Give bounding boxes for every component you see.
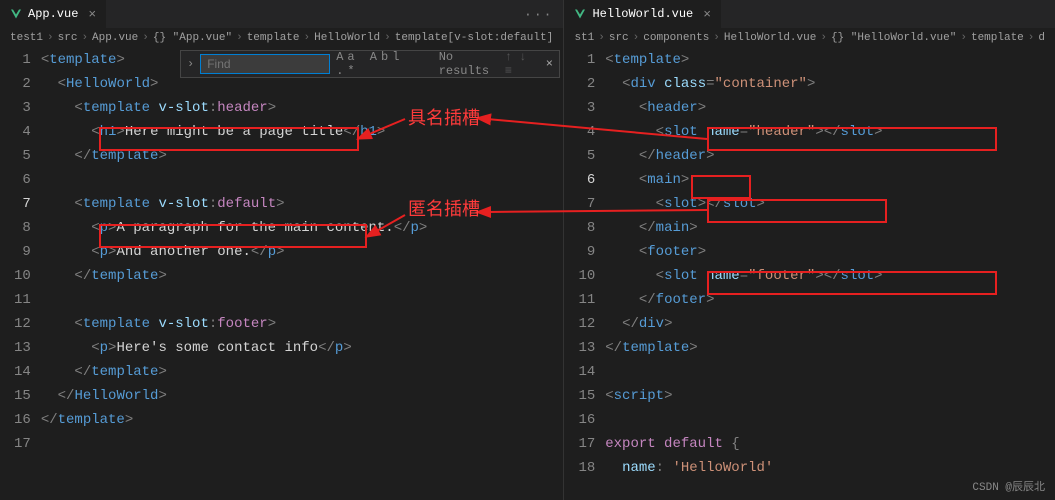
annotation-anon-slot: 匿名插槽 — [408, 195, 480, 221]
vue-icon — [574, 8, 586, 20]
tab-app-vue[interactable]: App.vue × — [0, 0, 106, 28]
tab-helloworld-vue[interactable]: HelloWorld.vue × — [564, 0, 721, 28]
tab-label: App.vue — [28, 7, 78, 21]
more-icon[interactable]: ··· — [514, 7, 563, 22]
tabbar-left: App.vue × ··· — [0, 0, 563, 28]
tab-label: HelloWorld.vue — [592, 7, 693, 21]
editor-right[interactable]: 123456789101112131415161718 <template> <… — [564, 48, 1055, 500]
breadcrumb-right[interactable]: st1 › src › components › HelloWorld.vue … — [564, 28, 1055, 48]
annotation-named-slot: 具名插槽 — [408, 104, 480, 130]
vue-icon — [10, 8, 22, 20]
close-icon[interactable]: × — [88, 7, 96, 22]
tabbar-right: HelloWorld.vue × — [564, 0, 1055, 28]
close-icon[interactable]: × — [546, 57, 553, 71]
breadcrumb-left[interactable]: test1 › src › App.vue › {} "App.vue" › t… — [0, 28, 563, 48]
watermark: CSDN @辰辰北 — [972, 478, 1045, 494]
find-nav[interactable]: ↑ ↓ ≡ — [505, 50, 538, 78]
find-bar[interactable]: › Aa Abl .* No results ↑ ↓ ≡ × — [180, 50, 560, 78]
chevron-right-icon[interactable]: › — [187, 57, 194, 71]
find-input[interactable] — [200, 54, 330, 74]
close-icon[interactable]: × — [703, 7, 711, 22]
find-result: No results — [439, 50, 505, 78]
find-options[interactable]: Aa Abl .* — [336, 50, 428, 78]
